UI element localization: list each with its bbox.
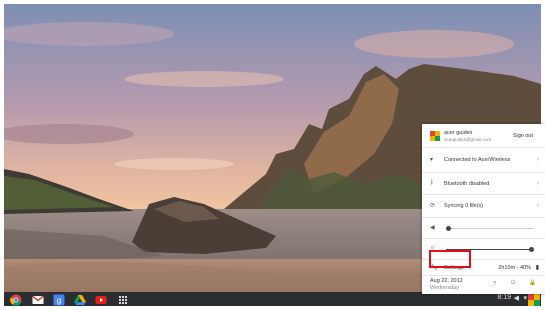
volume-slider[interactable] bbox=[446, 226, 534, 231]
chevron-right-icon: › bbox=[536, 156, 539, 163]
brightness-slider-knob[interactable] bbox=[529, 247, 534, 252]
date-row: Aug 22, 2012 Wednesday ? ⏻ 🔒 bbox=[422, 276, 545, 294]
volume-icon: ◀ bbox=[430, 225, 435, 231]
user-avatar bbox=[430, 131, 440, 141]
sync-label: Syncing 0 file(s) bbox=[444, 203, 484, 209]
wifi-status-icon[interactable]: ▾ bbox=[523, 294, 527, 304]
system-tray-panel: acer guides acerguides@gmail.com Sign ou… bbox=[422, 124, 545, 294]
bluetooth-row[interactable]: ᛒ Bluetooth disabled › bbox=[422, 173, 545, 195]
youtube-icon[interactable] bbox=[95, 293, 107, 305]
user-row: acer guides acerguides@gmail.com Sign ou… bbox=[422, 124, 545, 148]
user-email: acerguides@gmail.com bbox=[444, 137, 492, 142]
wifi-icon: ▾ bbox=[430, 157, 434, 163]
shelf: g 8:19 ◀ ▾ ▮ bbox=[4, 292, 541, 306]
sync-icon: ⟳ bbox=[430, 203, 436, 209]
bluetooth-icon: ᛒ bbox=[430, 180, 434, 186]
app-launcher-icon[interactable] bbox=[117, 293, 129, 305]
battery-status-text: 2h10m - 40% bbox=[498, 265, 531, 271]
volume-status-icon[interactable]: ◀ bbox=[514, 294, 519, 304]
user-name: acer guides bbox=[444, 130, 473, 136]
lock-icon[interactable]: 🔒 bbox=[529, 280, 536, 286]
svg-text:g: g bbox=[57, 296, 61, 305]
network-row[interactable]: ▾ Connected to AcerWireless › bbox=[422, 148, 545, 173]
chrome-icon[interactable] bbox=[10, 293, 22, 306]
drive-icon[interactable] bbox=[74, 293, 86, 305]
network-label: Connected to AcerWireless bbox=[444, 157, 511, 163]
sync-row[interactable]: ⟳ Syncing 0 file(s) › bbox=[422, 195, 545, 218]
clock[interactable]: 8:19 bbox=[497, 294, 511, 301]
power-icon[interactable]: ⏻ bbox=[511, 280, 515, 287]
date-label: Aug 22, 2012 bbox=[430, 278, 463, 284]
weekday-label: Wednesday bbox=[430, 285, 459, 291]
chevron-right-icon: › bbox=[536, 180, 539, 187]
volume-slider-knob[interactable] bbox=[446, 226, 451, 231]
avatar[interactable] bbox=[528, 293, 540, 306]
sign-out-button[interactable]: Sign out bbox=[513, 133, 533, 139]
chevron-right-icon: › bbox=[536, 202, 539, 209]
volume-row: ◀ bbox=[422, 218, 545, 239]
settings-highlight-box bbox=[429, 250, 471, 268]
bluetooth-label: Bluetooth disabled bbox=[444, 181, 490, 187]
battery-icon: ▮ bbox=[535, 265, 539, 271]
help-icon[interactable]: ? bbox=[493, 281, 496, 287]
google-search-icon[interactable]: g bbox=[53, 293, 65, 306]
gmail-icon[interactable] bbox=[32, 293, 44, 305]
